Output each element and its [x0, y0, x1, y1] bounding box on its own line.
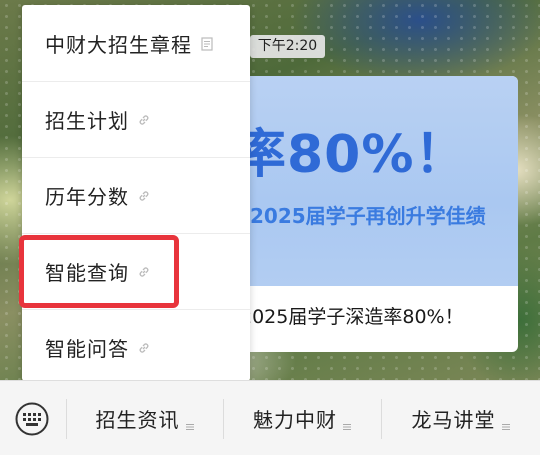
banner-headline: 率80%！ [234, 125, 468, 185]
article-banner: 率80%！ 届2025届学子再创升学佳绩 [228, 76, 518, 286]
tab-label: 魅力中财 [253, 408, 337, 432]
menu-lines-icon [343, 416, 351, 430]
menu-item-label: 历年分数 [45, 184, 129, 209]
dropdown-menu: 中财大招生章程 招生计划 历年分数 智能查询 智能问答 [22, 5, 250, 381]
tab-charm-cufe[interactable]: 魅力中财 [223, 381, 381, 455]
menu-lines-icon [501, 416, 510, 430]
menu-item-label: 招生计划 [45, 108, 129, 133]
menu-item-enrollment-plan[interactable]: 招生计划 [22, 81, 250, 157]
menu-item-label: 智能问答 [45, 336, 129, 361]
article-card[interactable]: 率80%！ 届2025届学子再创升学佳绩 2025届学子深造率80%！ [228, 76, 518, 352]
bottom-menu-bar: 招生资讯 魅力中财 龙马讲堂 [0, 380, 540, 455]
menu-lines-icon [185, 416, 194, 430]
document-icon [200, 36, 214, 51]
link-icon [137, 112, 151, 126]
link-icon [137, 188, 151, 202]
highlight-annotation [19, 235, 179, 308]
tab-label: 招生资讯 [95, 408, 180, 432]
tab-longma-lecture[interactable]: 龙马讲堂 [381, 381, 540, 455]
keyboard-icon[interactable] [15, 402, 49, 436]
menu-item-label: 中财大招生章程 [45, 32, 192, 57]
article-title: 2025届学子深造率80%！ [240, 306, 464, 328]
menu-item-smart-qa[interactable]: 智能问答 [22, 309, 250, 385]
tab-label: 龙马讲堂 [411, 408, 496, 432]
menu-item-admission-charter[interactable]: 中财大招生章程 [22, 5, 250, 81]
tab-admission-news[interactable]: 招生资讯 [66, 381, 223, 455]
menu-item-historical-scores[interactable]: 历年分数 [22, 157, 250, 233]
link-icon [137, 340, 151, 354]
message-timestamp: 下午2:20 [250, 35, 325, 58]
banner-subtitle: 届2025届学子再创升学佳绩 [230, 204, 486, 228]
